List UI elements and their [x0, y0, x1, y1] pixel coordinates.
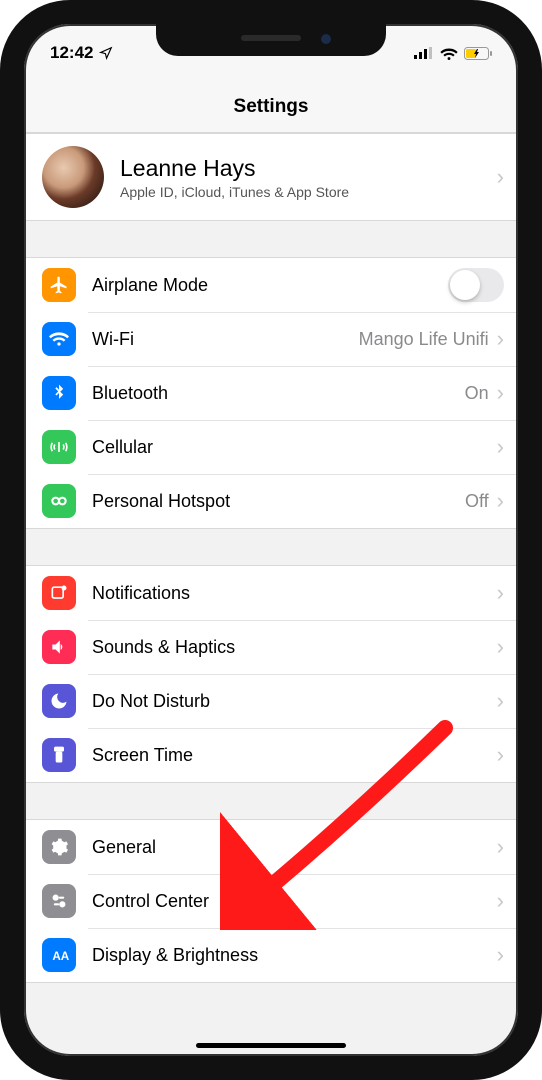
chevron-right-icon: ›	[497, 328, 504, 350]
row-label: General	[92, 837, 156, 858]
chevron-right-icon: ›	[497, 636, 504, 658]
row-detail: On	[465, 383, 489, 404]
settings-group-connectivity: Airplane Mode Wi-Fi Mango Life Unifi › B…	[24, 257, 518, 529]
chevron-right-icon: ›	[497, 436, 504, 458]
row-bluetooth[interactable]: Bluetooth On ›	[24, 366, 518, 420]
row-display-brightness[interactable]: AA Display & Brightness ›	[24, 928, 518, 982]
avatar	[42, 146, 104, 208]
hotspot-icon	[42, 484, 76, 518]
notifications-icon	[42, 576, 76, 610]
row-wifi[interactable]: Wi-Fi Mango Life Unifi ›	[24, 312, 518, 366]
dnd-icon	[42, 684, 76, 718]
row-personal-hotspot[interactable]: Personal Hotspot Off ›	[24, 474, 518, 528]
profile-row[interactable]: Leanne Hays Apple ID, iCloud, iTunes & A…	[24, 134, 518, 220]
page-title: Settings	[24, 96, 518, 118]
screen-time-icon	[42, 738, 76, 772]
airplane-mode-switch[interactable]	[448, 268, 504, 302]
display-icon: AA	[42, 938, 76, 972]
row-do-not-disturb[interactable]: Do Not Disturb ›	[24, 674, 518, 728]
status-time: 12:42	[50, 43, 93, 63]
row-label: Control Center	[92, 891, 209, 912]
row-sounds[interactable]: Sounds & Haptics ›	[24, 620, 518, 674]
control-center-icon	[42, 884, 76, 918]
settings-group-general: General › Control Center › AA Display & …	[24, 819, 518, 983]
settings-group-notifications: Notifications › Sounds & Haptics › Do No…	[24, 565, 518, 783]
sounds-icon	[42, 630, 76, 664]
chevron-right-icon: ›	[497, 382, 504, 404]
location-icon	[99, 46, 113, 60]
nav-bar: Settings	[24, 68, 518, 133]
airplane-icon	[42, 268, 76, 302]
settings-group-profile: Leanne Hays Apple ID, iCloud, iTunes & A…	[24, 133, 518, 221]
row-label: Cellular	[92, 437, 153, 458]
wifi-icon	[440, 47, 458, 60]
row-label: Screen Time	[92, 745, 193, 766]
row-notifications[interactable]: Notifications ›	[24, 566, 518, 620]
wifi-icon	[42, 322, 76, 356]
row-cellular[interactable]: Cellular ›	[24, 420, 518, 474]
gear-icon	[42, 830, 76, 864]
chevron-right-icon: ›	[497, 836, 504, 858]
row-label: Sounds & Haptics	[92, 637, 235, 658]
profile-name: Leanne Hays	[120, 155, 349, 182]
chevron-right-icon: ›	[497, 744, 504, 766]
row-label: Display & Brightness	[92, 945, 258, 966]
cellular-icon	[42, 430, 76, 464]
row-label: Wi-Fi	[92, 329, 134, 350]
home-indicator[interactable]	[196, 1043, 346, 1048]
chevron-right-icon: ›	[497, 690, 504, 712]
row-detail: Mango Life Unifi	[359, 329, 489, 350]
row-detail: Off	[465, 491, 489, 512]
row-label: Do Not Disturb	[92, 691, 210, 712]
profile-sub: Apple ID, iCloud, iTunes & App Store	[120, 184, 349, 200]
row-general[interactable]: General ›	[24, 820, 518, 874]
battery-icon	[464, 47, 492, 60]
row-label: Airplane Mode	[92, 275, 208, 296]
svg-text:AA: AA	[52, 950, 69, 963]
cell-signal-icon	[414, 47, 434, 59]
row-control-center[interactable]: Control Center ›	[24, 874, 518, 928]
row-airplane-mode[interactable]: Airplane Mode	[24, 258, 518, 312]
screen: 12:42 Settings Leanne Hays Apple ID, iCl…	[24, 24, 518, 1056]
chevron-right-icon: ›	[497, 166, 504, 188]
bluetooth-icon	[42, 376, 76, 410]
chevron-right-icon: ›	[497, 490, 504, 512]
row-label: Bluetooth	[92, 383, 168, 404]
chevron-right-icon: ›	[497, 944, 504, 966]
row-screen-time[interactable]: Screen Time ›	[24, 728, 518, 782]
row-label: Personal Hotspot	[92, 491, 230, 512]
chevron-right-icon: ›	[497, 582, 504, 604]
row-label: Notifications	[92, 583, 190, 604]
chevron-right-icon: ›	[497, 890, 504, 912]
